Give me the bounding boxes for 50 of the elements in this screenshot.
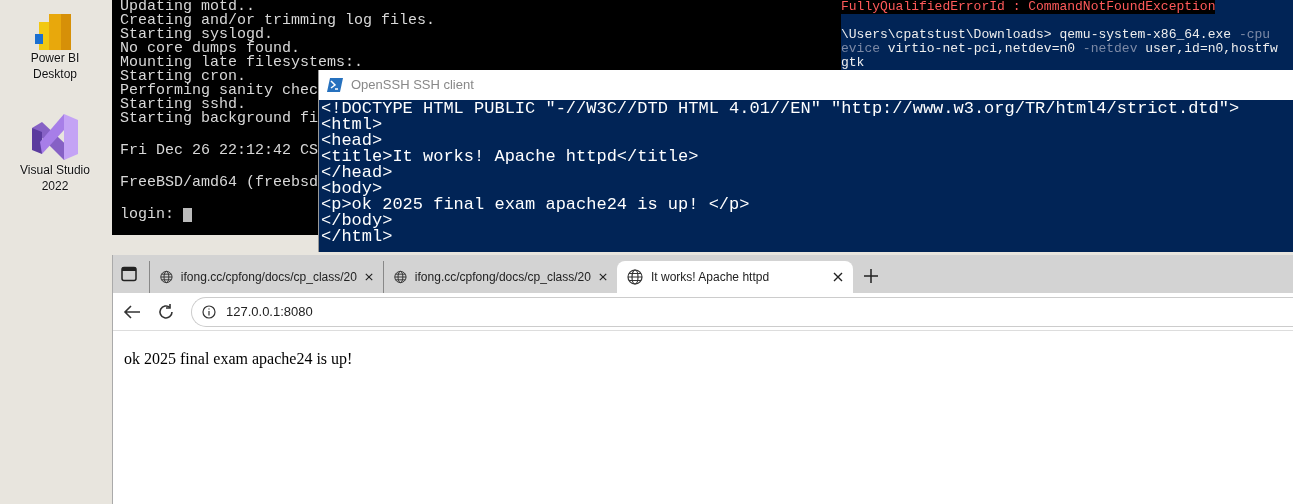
console-line: Starting cron.: [120, 70, 247, 84]
terminal-text: -netdev: [1082, 41, 1139, 56]
close-icon[interactable]: [833, 272, 843, 282]
info-icon: [202, 304, 216, 319]
console-line: Performing sanity chec: [120, 84, 319, 98]
desktop-icon-label[interactable]: Power BI Desktop: [19, 50, 91, 82]
console-line: Starting background fi: [120, 112, 319, 126]
cursor-icon: [183, 208, 192, 222]
terminal-line: <head>: [321, 133, 383, 149]
terminal-text: gtk: [841, 55, 865, 70]
globe-icon: [394, 269, 407, 285]
terminal-text: -cpu: [1238, 27, 1271, 42]
console-line: No core dumps found.: [120, 42, 301, 56]
terminal-text: FullyQualifiedErrorId : CommandNotFoundException: [841, 0, 1216, 14]
terminal-line: <html>: [321, 117, 383, 133]
terminal-line: </body>: [321, 213, 393, 229]
browser-tab[interactable]: It works! Apache httpd: [617, 261, 853, 293]
console-line: login:: [120, 208, 174, 222]
console-line: Starting syslogd.: [120, 28, 274, 42]
tab-title: ifong.cc/cpfong/docs/cp_class/20: [414, 269, 591, 286]
loop-icon: [30, 112, 80, 162]
terminal-line: <title>It works! Apache httpd</title>: [321, 149, 699, 165]
window-title: OpenSSH SSH client: [351, 76, 474, 95]
reload-icon[interactable]: [157, 302, 175, 321]
globe-icon: [627, 269, 643, 285]
console-line: Fri Dec 26 22:12:42 CS: [120, 144, 319, 158]
terminal-text: \Users\cpatstust\Downloads> qemu-system-x86_64.exe: [841, 27, 1233, 42]
page-text: ok 2025 final exam apache24 is up!: [124, 349, 353, 370]
globe-icon: [160, 269, 173, 285]
tab-title: ifong.cc/cpfong/docs/cp_class/20: [180, 269, 357, 286]
plus-icon[interactable]: [863, 268, 879, 284]
close-icon[interactable]: [364, 272, 373, 282]
prompt-icon: [327, 78, 343, 92]
console-line: Starting sshd.: [120, 98, 247, 112]
desktop-icon-label[interactable]: Visual Studio 2022: [19, 162, 91, 194]
close-icon[interactable]: [598, 272, 607, 282]
sidebar-icon[interactable]: [121, 266, 137, 282]
terminal-text: evice: [841, 41, 881, 56]
back-arrow-icon[interactable]: [123, 303, 141, 320]
terminal-line: </html>: [321, 229, 393, 245]
console-line: FreeBSD/amd64 (freebsd: [120, 176, 319, 190]
terminal-line: </head>: [321, 165, 393, 181]
terminal-line: <body>: [321, 181, 383, 197]
console-line: Creating and/or trimming log files.: [120, 14, 436, 28]
tab-title: It works! Apache httpd: [651, 269, 771, 286]
terminal-text: virtio-net-pci,netdev=n0: [887, 41, 1077, 56]
terminal-line: <p>ok 2025 final exam apache24 is up! </p>: [321, 197, 750, 213]
console-line: Mounting late filesystems:.: [120, 56, 364, 70]
terminal-line: <!DOCTYPE HTML PUBLIC "-//W3C//DTD HTML 4.01//EN" "http://www.w3.org/TR/html4/strict.dtd">: [321, 101, 1240, 117]
terminal-text: user,id=n0,hostfw: [1145, 41, 1278, 56]
